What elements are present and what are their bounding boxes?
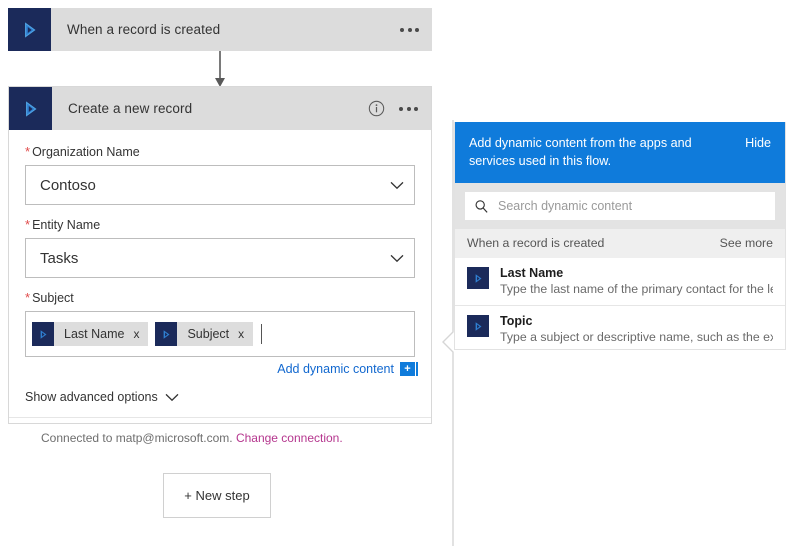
entity-name-dropdown[interactable]: Tasks bbox=[25, 238, 415, 278]
close-icon[interactable]: x bbox=[238, 328, 253, 340]
field-label-text: Organization Name bbox=[32, 145, 140, 159]
trigger-card-title: When a record is created bbox=[51, 22, 400, 37]
dynamic-content-banner: Add dynamic content from the apps and se… bbox=[455, 122, 785, 183]
field-label: *Entity Name bbox=[25, 217, 415, 233]
field-subject: *Subject Last Name x bbox=[25, 290, 415, 376]
required-marker: * bbox=[25, 144, 30, 159]
dynamic-content-item-last-name[interactable]: Last Name Type the last name of the prim… bbox=[455, 258, 785, 305]
cds-logo-icon bbox=[32, 322, 54, 346]
field-label: *Subject bbox=[25, 290, 415, 306]
group-name: When a record is created bbox=[467, 236, 720, 250]
trigger-card-actions bbox=[400, 28, 432, 32]
organization-name-value: Contoso bbox=[40, 177, 390, 194]
required-marker: * bbox=[25, 217, 30, 232]
info-circle-icon[interactable] bbox=[368, 100, 385, 117]
dynamic-content-panel: Add dynamic content from the apps and se… bbox=[454, 122, 786, 350]
change-connection-link[interactable]: Change connection. bbox=[236, 431, 343, 445]
chevron-down-icon bbox=[390, 181, 404, 190]
flow-designer-canvas: When a record is created Create a new re… bbox=[0, 0, 800, 546]
down-arrow-connector-icon bbox=[212, 51, 228, 88]
organization-name-dropdown[interactable]: Contoso bbox=[25, 165, 415, 205]
item-description: Type the last name of the primary contac… bbox=[500, 281, 773, 297]
action-card-title: Create a new record bbox=[52, 101, 368, 116]
cds-logo-icon bbox=[467, 267, 489, 289]
see-more-link[interactable]: See more bbox=[720, 236, 773, 250]
item-name: Last Name bbox=[500, 265, 773, 281]
field-label-text: Subject bbox=[32, 291, 74, 305]
panel-callout-line bbox=[440, 120, 454, 546]
dynamic-content-item-topic[interactable]: Topic Type a subject or descriptive name… bbox=[455, 305, 785, 350]
action-card-header[interactable]: Create a new record bbox=[9, 87, 431, 130]
connection-status: Connected to matp@microsoft.com. Change … bbox=[25, 418, 415, 445]
add-plus-badge-icon[interactable]: + bbox=[400, 362, 415, 376]
chevron-down-icon bbox=[165, 393, 179, 402]
dynamic-content-group-header: When a record is created See more bbox=[455, 229, 785, 258]
banner-text: Add dynamic content from the apps and se… bbox=[469, 134, 735, 170]
cds-logo-icon bbox=[8, 8, 51, 51]
action-card: Create a new record *Organization Name C… bbox=[8, 86, 432, 424]
action-card-body: *Organization Name Contoso *Entity Name … bbox=[9, 130, 431, 445]
search-icon bbox=[474, 199, 489, 214]
token-last-name[interactable]: Last Name x bbox=[32, 322, 148, 346]
action-card-actions bbox=[368, 100, 431, 117]
item-name: Topic bbox=[500, 313, 773, 329]
ellipsis-icon[interactable] bbox=[399, 107, 418, 111]
search-placeholder: Search dynamic content bbox=[498, 199, 632, 213]
entity-name-value: Tasks bbox=[40, 250, 390, 267]
cds-logo-icon bbox=[9, 87, 52, 130]
show-advanced-options-label: Show advanced options bbox=[25, 390, 158, 404]
chevron-down-icon bbox=[390, 254, 404, 263]
cds-logo-icon bbox=[467, 315, 489, 337]
show-advanced-options-toggle[interactable]: Show advanced options bbox=[25, 390, 415, 404]
text-caret bbox=[261, 324, 262, 344]
hide-panel-button[interactable]: Hide bbox=[745, 134, 771, 152]
add-dynamic-content-row: Add dynamic content + bbox=[25, 362, 415, 376]
field-label-text: Entity Name bbox=[32, 218, 100, 232]
field-label: *Organization Name bbox=[25, 144, 415, 160]
cds-logo-icon bbox=[155, 322, 177, 346]
subject-input[interactable]: Last Name x Subject x bbox=[25, 311, 415, 357]
search-dynamic-content-input[interactable]: Search dynamic content bbox=[465, 192, 775, 220]
ellipsis-icon[interactable] bbox=[400, 28, 419, 32]
token-subject[interactable]: Subject x bbox=[155, 322, 253, 346]
token-label: Subject bbox=[177, 327, 238, 341]
field-organization-name: *Organization Name Contoso bbox=[25, 144, 415, 205]
field-entity-name: *Entity Name Tasks bbox=[25, 217, 415, 278]
item-description: Type a subject or descriptive name, such… bbox=[500, 329, 773, 345]
new-step-button[interactable]: + New step bbox=[163, 473, 271, 518]
search-area: Search dynamic content bbox=[455, 183, 785, 229]
trigger-card[interactable]: When a record is created bbox=[8, 8, 432, 51]
trigger-card-header[interactable]: When a record is created bbox=[8, 8, 432, 51]
token-label: Last Name bbox=[54, 327, 133, 341]
close-icon[interactable]: x bbox=[133, 328, 148, 340]
required-marker: * bbox=[25, 290, 30, 305]
add-dynamic-content-link[interactable]: Add dynamic content bbox=[277, 362, 394, 376]
connection-status-text: Connected to matp@microsoft.com. bbox=[41, 431, 233, 445]
